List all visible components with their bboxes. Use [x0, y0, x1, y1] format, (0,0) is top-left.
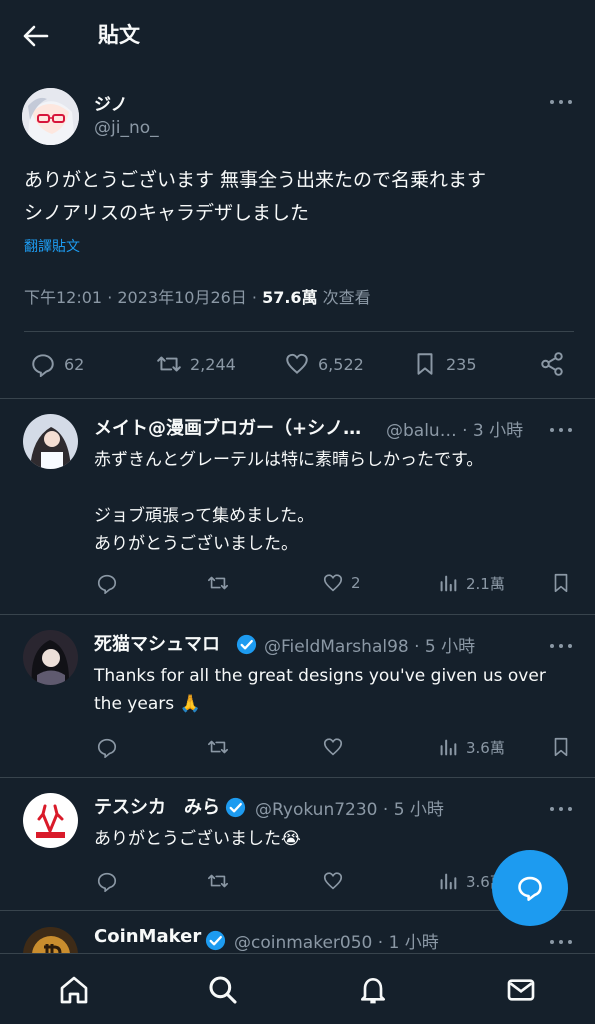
reply-author-handle[interactable]: @coinmaker050 · 1 小時 [234, 928, 439, 953]
like-count: 6,522 [318, 354, 364, 374]
reply-count: 62 [64, 354, 85, 374]
messages-tab[interactable] [505, 974, 537, 1006]
notifications-tab[interactable] [357, 974, 389, 1006]
reply-author-name[interactable]: 死猫マシュマロ [94, 630, 220, 656]
page-title: 貼文 [98, 23, 140, 47]
heart-icon [323, 872, 343, 890]
search-icon [209, 976, 237, 1004]
repost-icon [208, 576, 228, 590]
heart-icon [286, 353, 308, 374]
home-icon [60, 976, 88, 1004]
back-arrow-icon[interactable] [22, 24, 50, 48]
repost-button[interactable] [207, 572, 236, 594]
reply-icon [97, 574, 117, 594]
heart-icon [323, 574, 343, 592]
reply-button[interactable]: 62 [30, 351, 84, 377]
author-handle[interactable]: @ji_no_ [94, 118, 159, 138]
reply-avatar[interactable] [23, 630, 78, 685]
bookmark-icon [554, 737, 568, 757]
views-chart-icon [440, 575, 457, 592]
top-bar: 貼文 [0, 0, 595, 72]
reply-author-handle[interactable]: @Ryokun7230 · 5 小時 [255, 795, 444, 820]
post-timestamp: 下午12:01 · 2023年10月26日 · [24, 288, 257, 307]
more-icon[interactable] [550, 426, 574, 434]
like-count: 2 [351, 574, 361, 592]
reply-author-name[interactable]: メイト@漫画ブロガー（+シノ… [94, 414, 361, 440]
reply-author-name[interactable]: CoinMaker [94, 926, 201, 947]
post-text: ありがとうございます 無事全う出来たので名乗れます シノアリスのキャラデザしまし… [24, 169, 487, 224]
reply-button[interactable] [96, 870, 125, 892]
like-button[interactable] [322, 870, 351, 892]
bookmark-button[interactable]: 235 [412, 351, 477, 377]
more-icon[interactable] [550, 98, 574, 106]
share-button[interactable] [539, 351, 573, 377]
post-divider [0, 398, 595, 399]
reply-icon [32, 354, 54, 377]
repost-icon [157, 356, 181, 372]
reply-author-handle[interactable]: @FieldMarshal98 · 5 小時 [264, 632, 475, 657]
mail-icon [507, 979, 535, 1001]
post-metadata: 下午12:01 · 2023年10月26日 · 57.6萬 次查看 [24, 284, 371, 308]
reply-item[interactable]: CoinMaker @coinmaker050 · 1 小時 [0, 914, 595, 953]
stats-divider [24, 331, 574, 332]
compose-reply-button[interactable] [492, 850, 568, 926]
reply-text: 赤ずきんとグレーテルは特に素晴らしかったです。 ジョブ頑張って集めました。 あり… [94, 450, 484, 554]
reply-author-handle[interactable]: @balu… · 3 小時 [386, 416, 523, 441]
post-actions: 62 2,244 6,522 235 [0, 351, 595, 381]
reply-bubble-icon [518, 876, 542, 901]
reply-avatar[interactable] [23, 414, 78, 469]
reply-text: ありがとうございました😭 [94, 829, 301, 849]
reply-icon [97, 872, 117, 892]
heart-icon [323, 738, 343, 756]
bookmark-icon [417, 353, 433, 375]
translate-post-link[interactable]: 翻譯貼文 [24, 236, 80, 256]
like-button[interactable]: 2 [322, 572, 361, 594]
verified-badge-icon [236, 634, 257, 655]
views-button[interactable]: 3.6萬 [437, 736, 505, 758]
like-button[interactable]: 6,522 [284, 351, 364, 377]
verified-badge-icon [205, 930, 226, 951]
repost-icon [208, 740, 228, 754]
like-button[interactable] [322, 736, 351, 758]
bottom-navigation [0, 953, 595, 1024]
views-button[interactable]: 2.1萬 [437, 572, 505, 594]
reply-author-name[interactable]: テスシカ みら [94, 793, 220, 819]
views-label: 次查看 [322, 288, 371, 307]
verified-badge-icon [225, 797, 246, 818]
views-count: 3.6萬 [466, 738, 505, 757]
home-tab[interactable] [58, 974, 90, 1006]
repost-button[interactable] [207, 736, 236, 758]
author-avatar[interactable] [22, 88, 79, 145]
repost-icon [208, 874, 228, 888]
search-tab[interactable] [207, 974, 239, 1006]
repost-button[interactable] [207, 870, 236, 892]
reply-divider [0, 614, 595, 615]
bell-icon [361, 978, 385, 1004]
bookmark-button[interactable] [550, 736, 579, 758]
reply-button[interactable] [96, 736, 125, 758]
reply-avatar[interactable] [23, 793, 78, 848]
views-count[interactable]: 57.6萬 [262, 288, 317, 307]
repost-count: 2,244 [190, 354, 236, 374]
views-count: 2.1萬 [466, 574, 505, 593]
views-chart-icon [440, 739, 457, 756]
bookmark-count: 235 [446, 354, 477, 374]
more-icon[interactable] [550, 938, 574, 946]
views-chart-icon [440, 873, 457, 890]
bookmark-icon [554, 573, 568, 593]
reply-divider [0, 777, 595, 778]
reply-icon [97, 738, 117, 758]
reply-avatar[interactable] [23, 927, 78, 953]
reply-button[interactable] [96, 572, 125, 594]
repost-button[interactable]: 2,244 [156, 351, 236, 377]
reply-text: Thanks for all the great designs you've … [94, 666, 546, 714]
bookmark-button[interactable] [550, 572, 579, 594]
share-icon [541, 352, 563, 376]
author-name[interactable]: ジノ [94, 90, 128, 115]
more-icon[interactable] [550, 642, 574, 650]
more-icon[interactable] [550, 805, 574, 813]
